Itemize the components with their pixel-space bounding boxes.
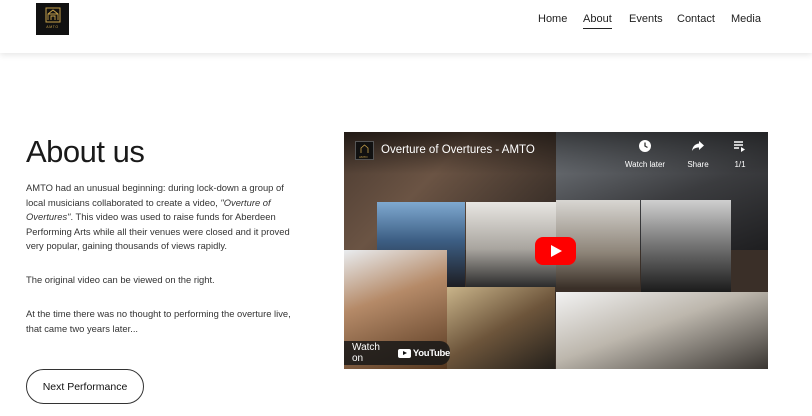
history-paragraph: At the time there was no thought to perf… [26, 308, 291, 334]
watch-later-label: Watch later [624, 160, 666, 169]
playlist-icon [734, 141, 745, 152]
youtube-wordmark: YouTube [412, 347, 450, 359]
watch-on-youtube-button[interactable]: Watch on YouTube [344, 341, 450, 365]
nav-events[interactable]: Events [629, 12, 663, 26]
watch-on-label: Watch on [352, 342, 380, 364]
main-nav: Home About Events Contact Media [0, 12, 812, 30]
video-embed[interactable]: AMTO Overture of Overtures - AMTO Watch … [344, 132, 768, 369]
nav-about[interactable]: About [583, 12, 612, 29]
page-title: About us [26, 134, 145, 169]
channel-avatar-text: AMTO [359, 155, 368, 159]
playlist-control[interactable]: 1/1 [722, 139, 758, 169]
video-tile-trombone [556, 292, 768, 369]
channel-avatar[interactable]: AMTO [355, 141, 374, 160]
video-note-paragraph: The original video can be viewed on the … [26, 274, 215, 285]
share-label: Share [687, 160, 709, 169]
next-performance-button[interactable]: Next Performance [26, 369, 144, 404]
nav-contact[interactable]: Contact [677, 12, 715, 26]
play-button[interactable] [535, 237, 576, 265]
video-tile-sax [641, 200, 731, 292]
intro-paragraph: AMTO had an unusual beginning: during lo… [26, 181, 294, 254]
playlist-counter: 1/1 [734, 160, 746, 169]
nav-media[interactable]: Media [731, 12, 761, 26]
youtube-logo-icon [398, 348, 411, 358]
nav-home[interactable]: Home [538, 12, 567, 26]
share-control[interactable]: Share [675, 139, 721, 169]
watch-later-control[interactable]: Watch later [622, 139, 668, 169]
site-header: AMTO Home About Events Contact Media [0, 0, 812, 53]
clock-icon [639, 140, 651, 152]
video-tile-horn [447, 287, 555, 369]
channel-emblem-icon [360, 144, 369, 153]
share-arrow-icon [692, 141, 704, 151]
video-title[interactable]: Overture of Overtures - AMTO [381, 144, 535, 156]
